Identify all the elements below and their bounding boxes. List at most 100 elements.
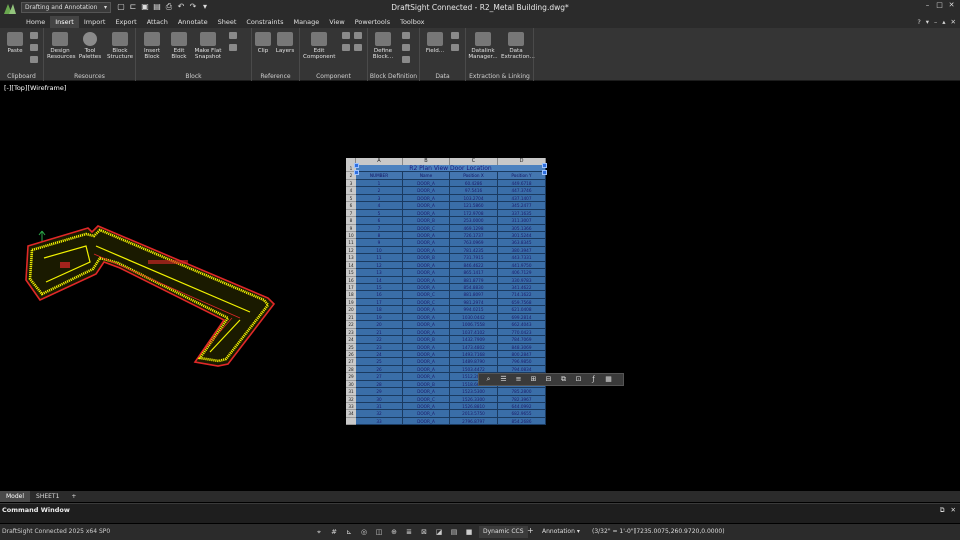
table-cell[interactable]: 854.8830 (450, 284, 498, 292)
table-cell[interactable]: 17 (356, 298, 403, 307)
table-cell[interactable]: 25 (356, 358, 403, 366)
row-number[interactable]: 13 (346, 254, 356, 262)
qat-menu-icon[interactable]: ▾ (200, 2, 210, 12)
table-cell[interactable]: 9 (356, 239, 403, 247)
table-cell[interactable]: 60.4286 (450, 179, 498, 188)
table-cell[interactable]: DOOR_A (403, 417, 450, 426)
restore-icon[interactable]: ▴ (942, 17, 945, 27)
tab-constraints[interactable]: Constraints (241, 16, 288, 28)
table-cell[interactable]: 800.2847 (498, 350, 546, 359)
chevron-down-icon[interactable]: ▾ (926, 17, 929, 27)
table-cell[interactable]: 19 (356, 313, 403, 322)
table-cell[interactable]: 18 (356, 306, 403, 314)
block-attribute-icon[interactable] (229, 44, 237, 51)
table-cell[interactable]: 15 (356, 284, 403, 292)
table-cell[interactable]: DOOR_A (403, 231, 450, 240)
table-cell[interactable]: 3 (356, 194, 403, 203)
table-cell[interactable]: Position Y (498, 172, 546, 180)
table-cell[interactable]: 24 (356, 350, 403, 359)
column-d-header[interactable]: D (498, 158, 546, 165)
table-cell[interactable]: 854.2686 (498, 417, 546, 426)
table-cell[interactable]: DOOR_A (403, 328, 450, 337)
ortho-icon[interactable]: ⊾ (344, 527, 354, 537)
table-cell[interactable]: 2 (356, 187, 403, 195)
insert-block-button[interactable]: Insert Block (139, 32, 165, 60)
table-cell[interactable]: DOOR_A (403, 343, 450, 351)
table-cell[interactable]: 1473.4802 (450, 343, 498, 351)
component-tool-2-icon[interactable] (354, 32, 362, 39)
tab-export[interactable]: Export (110, 16, 141, 28)
undo-icon[interactable]: ↶ (176, 2, 186, 12)
polar-icon[interactable]: ◎ (359, 527, 369, 537)
table-cell[interactable]: DOOR_B (403, 254, 450, 262)
add-sheet-button[interactable]: + (65, 491, 82, 502)
table-cell[interactable]: 8 (356, 231, 403, 240)
table-cell[interactable]: 981.2974 (450, 298, 498, 307)
table-cell[interactable]: 699.2814 (498, 313, 546, 322)
annotation-scale-select[interactable]: Annotation ▾ (542, 528, 580, 535)
row-number[interactable]: 28 (346, 365, 356, 374)
float-icon[interactable]: ⧉ (940, 506, 945, 515)
close-doc-icon[interactable]: ✕ (951, 17, 956, 27)
table-cell[interactable]: DOOR_A (403, 261, 450, 270)
tab-toolbox[interactable]: Toolbox (395, 16, 429, 28)
row-number[interactable]: 9 (346, 224, 356, 232)
table-cell[interactable]: DOOR_A (403, 246, 450, 255)
table-cell[interactable]: 345.2477 (498, 202, 546, 210)
table-cell[interactable]: 341.4622 (498, 284, 546, 292)
table-cell[interactable]: 846.4622 (450, 261, 498, 270)
save-icon[interactable]: ▣ (140, 2, 150, 12)
table-cell[interactable]: 1489.8790 (450, 358, 498, 366)
row-number[interactable]: 27 (346, 358, 356, 366)
row-number[interactable]: 18 (346, 291, 356, 299)
row-number[interactable]: 24 (346, 336, 356, 344)
row-number[interactable]: 33 (346, 403, 356, 411)
row-number[interactable]: 12 (346, 246, 356, 255)
table-cell[interactable]: 33 (356, 417, 403, 426)
minimize-ribbon-icon[interactable]: – (934, 17, 937, 27)
table-cell[interactable]: Position X (450, 172, 498, 180)
tab-sheet1[interactable]: SHEET1 (30, 491, 65, 502)
table-cell[interactable]: 121.5860 (450, 202, 498, 210)
table-cell[interactable]: 770.0423 (498, 328, 546, 337)
table-cell[interactable]: 28 (356, 380, 403, 389)
plus-icon[interactable]: + (527, 526, 534, 535)
formula-icon[interactable]: ƒ (588, 375, 599, 384)
table-cell[interactable]: DOOR_C (403, 291, 450, 299)
update-field-icon[interactable] (451, 44, 459, 51)
table-cell[interactable]: 14 (356, 276, 403, 284)
table-cell[interactable]: 27 (356, 373, 403, 381)
table-cell[interactable]: 6 (356, 217, 403, 225)
row-number[interactable]: 7 (346, 209, 356, 218)
save-as-icon[interactable]: ▤ (152, 2, 162, 12)
table-cell[interactable]: DOOR_C (403, 395, 450, 403)
insert-col-icon[interactable]: ⊟ (543, 375, 554, 384)
table-cell[interactable]: 363.8345 (498, 239, 546, 247)
table-cell[interactable]: DOOR_C (403, 298, 450, 307)
table-cell[interactable]: DOOR_A (403, 187, 450, 195)
layers-button[interactable]: Layers (272, 32, 298, 54)
row-number[interactable]: 10 (346, 231, 356, 240)
table-cell[interactable]: DOOR_A (403, 179, 450, 188)
row-number[interactable]: 6 (346, 202, 356, 210)
minimize-icon[interactable]: – (923, 1, 932, 10)
snap-icon[interactable]: ⌖ (314, 527, 324, 537)
table-cell[interactable]: 994.0215 (450, 306, 498, 314)
table-cell[interactable]: 16 (356, 291, 403, 299)
table-cell[interactable]: DOOR_A (403, 365, 450, 374)
table-cell[interactable]: 5 (356, 209, 403, 218)
table-cell[interactable]: DOOR_A (403, 358, 450, 366)
table-cell[interactable]: 848.3069 (498, 343, 546, 351)
table-cell[interactable]: 881.8779 (450, 276, 498, 284)
table-cell[interactable]: 253.0000 (450, 217, 498, 225)
edit-component-button[interactable]: Edit Component (303, 32, 335, 60)
edit-block-button[interactable]: Edit Block (166, 32, 192, 60)
block-def-tool-3-icon[interactable] (402, 56, 410, 63)
table-cell[interactable]: 406.7129 (498, 269, 546, 277)
block-structure-button[interactable]: Block Structure (107, 32, 133, 60)
row-number[interactable]: 3 (346, 179, 356, 188)
component-tool-1-icon[interactable] (342, 32, 350, 39)
tab-annotate[interactable]: Annotate (173, 16, 213, 28)
tab-insert[interactable]: Insert (50, 16, 79, 28)
tab-view[interactable]: View (324, 16, 349, 28)
